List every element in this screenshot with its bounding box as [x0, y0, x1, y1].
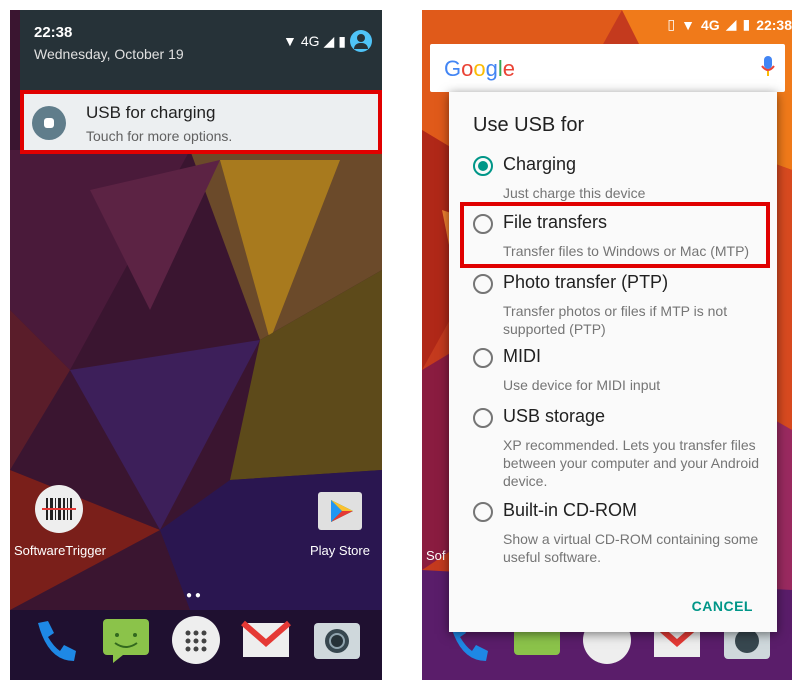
signal-icon: ◢ [323, 32, 335, 49]
radio-icon[interactable] [473, 408, 493, 428]
network-type: 4G [701, 16, 720, 33]
app-label: Play Store [310, 543, 370, 558]
status-clock: 22:38 [756, 16, 792, 33]
option-charging[interactable]: Charging Just charge this device [473, 154, 773, 202]
date: Wednesday, October 19 [34, 46, 184, 62]
option-label: MIDI [503, 346, 541, 366]
battery-icon: ▮ [338, 32, 346, 49]
play-store-icon [318, 492, 362, 530]
google-logo: Google [444, 56, 516, 81]
option-desc: XP recommended. Lets you transfer files … [503, 437, 760, 489]
right-screen: ▯ ▼ 4G ◢ ▮ 22:38 Google Sof Use USB for … [422, 10, 792, 680]
option-label: USB storage [503, 406, 606, 426]
wifi-icon: ▼ [681, 16, 695, 33]
partial-app-label: Sof [426, 548, 446, 563]
app-software-trigger[interactable]: SoftwareTrigger [14, 484, 106, 558]
option-cd-rom[interactable]: Built-in CD-ROM Show a virtual CD-ROM co… [473, 500, 773, 570]
signal-icon: ◢ [725, 16, 737, 32]
radio-selected-icon[interactable] [473, 156, 493, 176]
option-desc: Transfer photos or files if MTP is not s… [503, 303, 728, 337]
wifi-icon: ▼ [282, 33, 297, 49]
option-desc: Use device for MIDI input [503, 377, 661, 393]
usb-mode-dialog: Use USB for Charging Just charge this de… [449, 92, 777, 632]
option-label: Charging [503, 154, 577, 174]
option-photo-transfer[interactable]: Photo transfer (PTP) Transfer photos or … [473, 272, 773, 342]
google-search-bar[interactable]: Google [430, 44, 785, 92]
barcode-icon [35, 485, 83, 533]
cancel-button[interactable]: CANCEL [692, 598, 753, 614]
dock [10, 600, 382, 680]
option-desc: Just charge this device [503, 185, 646, 201]
messaging-icon[interactable] [99, 613, 153, 667]
option-usb-storage[interactable]: USB storage XP recommended. Lets you tra… [473, 406, 773, 492]
radio-icon[interactable] [473, 274, 493, 294]
option-label: Built-in CD-ROM [503, 500, 638, 520]
status-icons: ▼ 4G ◢ ▮ [283, 30, 372, 52]
highlight-box [460, 202, 770, 268]
user-avatar-icon[interactable] [350, 30, 372, 52]
radio-icon[interactable] [473, 348, 493, 368]
status-bar: ▯ ▼ 4G ◢ ▮ 22:38 [667, 16, 792, 33]
phone-icon[interactable] [28, 613, 82, 667]
mic-icon[interactable] [761, 56, 775, 78]
vibrate-icon: ▯ [667, 16, 676, 32]
gmail-icon[interactable] [239, 613, 293, 667]
app-play-store[interactable]: Play Store [300, 484, 380, 558]
option-desc: Show a virtual CD-ROM containing some us… [503, 531, 759, 565]
network-type: 4G [300, 33, 320, 49]
battery-icon: ▮ [742, 16, 751, 32]
dialog-title: Use USB for [473, 114, 585, 136]
option-label: Photo transfer (PTP) [503, 272, 669, 292]
app-label: SoftwareTrigger [14, 543, 106, 558]
camera-icon[interactable] [310, 613, 364, 667]
clock: 22:38 [34, 24, 73, 41]
option-midi[interactable]: MIDI Use device for MIDI input [473, 346, 773, 394]
app-drawer-icon[interactable] [169, 613, 223, 667]
radio-icon[interactable] [473, 502, 493, 522]
left-screen: 22:38 Wednesday, October 19 ▼ 4G ◢ ▮ USB… [10, 10, 382, 680]
highlight-box [20, 90, 382, 154]
